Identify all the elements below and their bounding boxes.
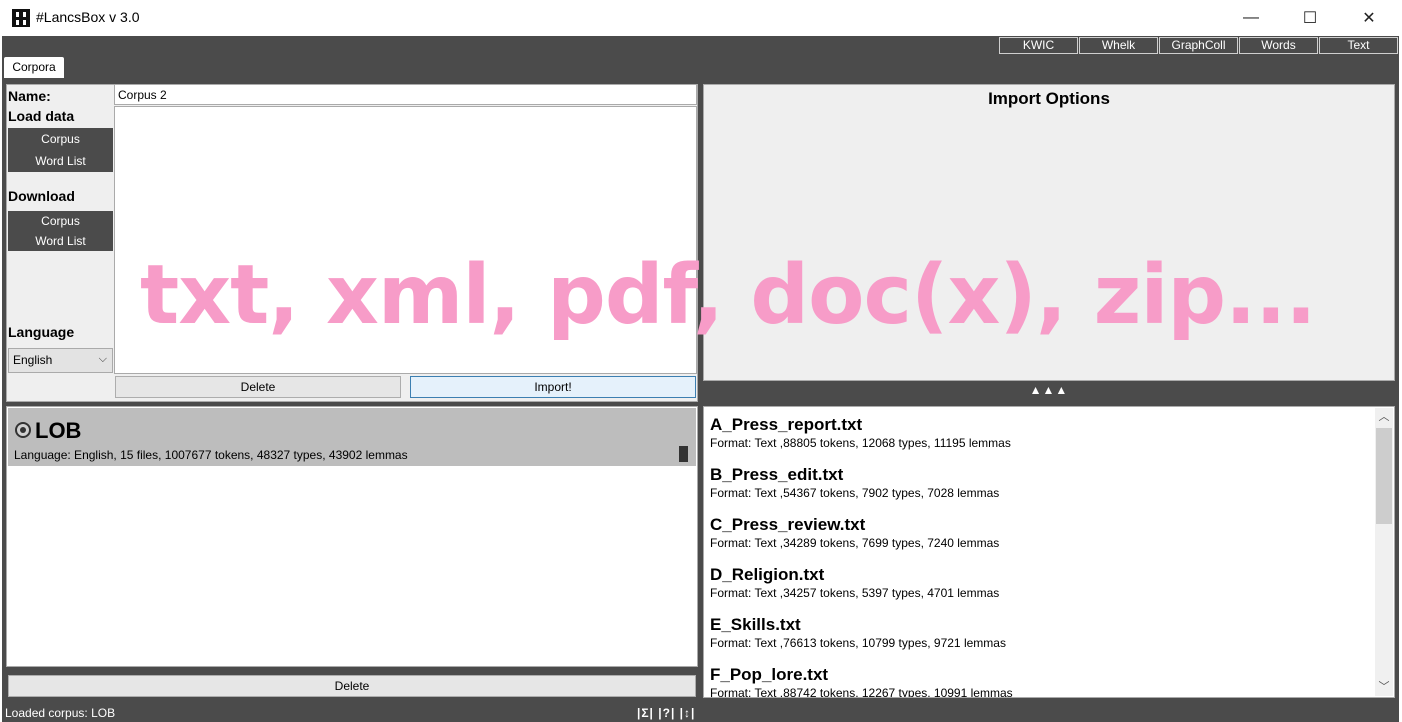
vertical-scrollbar[interactable]: ︿ ﹀ <box>1375 408 1393 696</box>
whelk-button[interactable]: Whelk <box>1079 37 1158 54</box>
file-name: E_Skills.txt <box>710 615 801 634</box>
list-item[interactable]: E_Skills.txt Format: Text ,76613 tokens,… <box>710 615 1006 651</box>
words-button[interactable]: Words <box>1239 37 1318 54</box>
name-label: Name: <box>8 88 51 104</box>
list-item[interactable]: F_Pop_lore.txt Format: Text ,88742 token… <box>710 665 1013 698</box>
download-corpus-button[interactable]: Corpus <box>8 211 113 231</box>
import-button[interactable]: Import! <box>410 376 696 398</box>
minimize-button[interactable]: — <box>1222 0 1280 36</box>
tool-toolbar: KWIC Whelk GraphColl Words Text <box>2 36 1399 56</box>
file-info: Format: Text ,54367 tokens, 7902 types, … <box>710 486 1000 500</box>
status-bar: Loaded corpus: LOB |Σ| |?| |↕| <box>2 704 1399 722</box>
file-name: C_Press_review.txt <box>710 515 866 534</box>
import-options-title: Import Options <box>988 89 1110 108</box>
list-item[interactable]: C_Press_review.txt Format: Text ,34289 t… <box>710 515 999 551</box>
load-wordlist-button[interactable]: Word List <box>8 150 113 172</box>
scroll-up-icon[interactable]: ︿ <box>1375 408 1393 426</box>
delete-corpus-button[interactable]: Delete <box>8 675 696 697</box>
maximize-button[interactable]: ☐ <box>1281 0 1339 36</box>
file-info: Format: Text ,76613 tokens, 10799 types,… <box>710 636 1006 650</box>
file-info: Format: Text ,34289 tokens, 7699 types, … <box>710 536 1000 550</box>
corpus-item[interactable]: LOB Language: English, 15 files, 1007677… <box>8 408 696 466</box>
file-info: Format: Text ,88742 tokens, 12267 types,… <box>710 686 1013 698</box>
corpus-info: Language: English, 15 files, 1007677 tok… <box>14 448 408 462</box>
corpus-name: LOB <box>35 418 82 443</box>
load-data-label: Load data <box>8 108 75 124</box>
window-title: #LancsBox v 3.0 <box>36 9 140 25</box>
status-tools-icons[interactable]: |Σ| |?| |↕| <box>637 704 695 722</box>
file-info: Format: Text ,88805 tokens, 12068 types,… <box>710 436 1011 450</box>
delete-file-button[interactable]: Delete <box>115 376 401 398</box>
scrollbar-thumb[interactable] <box>1376 428 1392 524</box>
corpus-list: LOB Language: English, 15 files, 1007677… <box>6 406 698 667</box>
file-drop-area[interactable] <box>114 106 697 374</box>
kwic-button[interactable]: KWIC <box>999 37 1078 54</box>
list-item[interactable]: B_Press_edit.txt Format: Text ,54367 tok… <box>710 465 999 501</box>
graphcoll-button[interactable]: GraphColl <box>1159 37 1238 54</box>
radio-selected-icon[interactable] <box>15 422 31 438</box>
text-button[interactable]: Text <box>1319 37 1398 54</box>
file-name: B_Press_edit.txt <box>710 465 844 484</box>
language-label: Language <box>8 324 75 340</box>
status-text: Loaded corpus: LOB <box>5 706 116 720</box>
download-wordlist-button[interactable]: Word List <box>8 231 113 251</box>
scroll-down-icon[interactable]: ﹀ <box>1375 678 1393 696</box>
list-item[interactable]: A_Press_report.txt Format: Text ,88805 t… <box>710 415 1011 451</box>
import-options-panel: Import Options <box>703 84 1395 381</box>
corpus-marker-icon <box>679 446 688 462</box>
close-button[interactable]: ✕ <box>1340 0 1398 36</box>
file-list: A_Press_report.txt Format: Text ,88805 t… <box>703 406 1395 698</box>
language-select[interactable]: English ⌵ <box>8 348 113 373</box>
chevron-down-icon: ⌵ <box>98 353 107 365</box>
language-value: English <box>13 353 53 367</box>
load-corpus-button[interactable]: Corpus <box>8 128 113 150</box>
corpus-name-input[interactable]: Corpus 2 <box>114 84 697 105</box>
tab-corpora[interactable]: Corpora <box>4 57 64 78</box>
file-name: D_Religion.txt <box>710 565 825 584</box>
app-logo-icon <box>12 9 30 27</box>
title-bar: #LancsBox v 3.0 — ☐ ✕ <box>0 0 1402 36</box>
download-label: Download <box>8 188 75 204</box>
collapse-toggle[interactable]: ▲▲▲ <box>703 381 1395 400</box>
file-info: Format: Text ,34257 tokens, 5397 types, … <box>710 586 1000 600</box>
tab-strip: Corpora <box>2 56 1399 78</box>
file-name: A_Press_report.txt <box>710 415 863 434</box>
list-item[interactable]: D_Religion.txt Format: Text ,34257 token… <box>710 565 999 601</box>
file-name: F_Pop_lore.txt <box>710 665 829 684</box>
